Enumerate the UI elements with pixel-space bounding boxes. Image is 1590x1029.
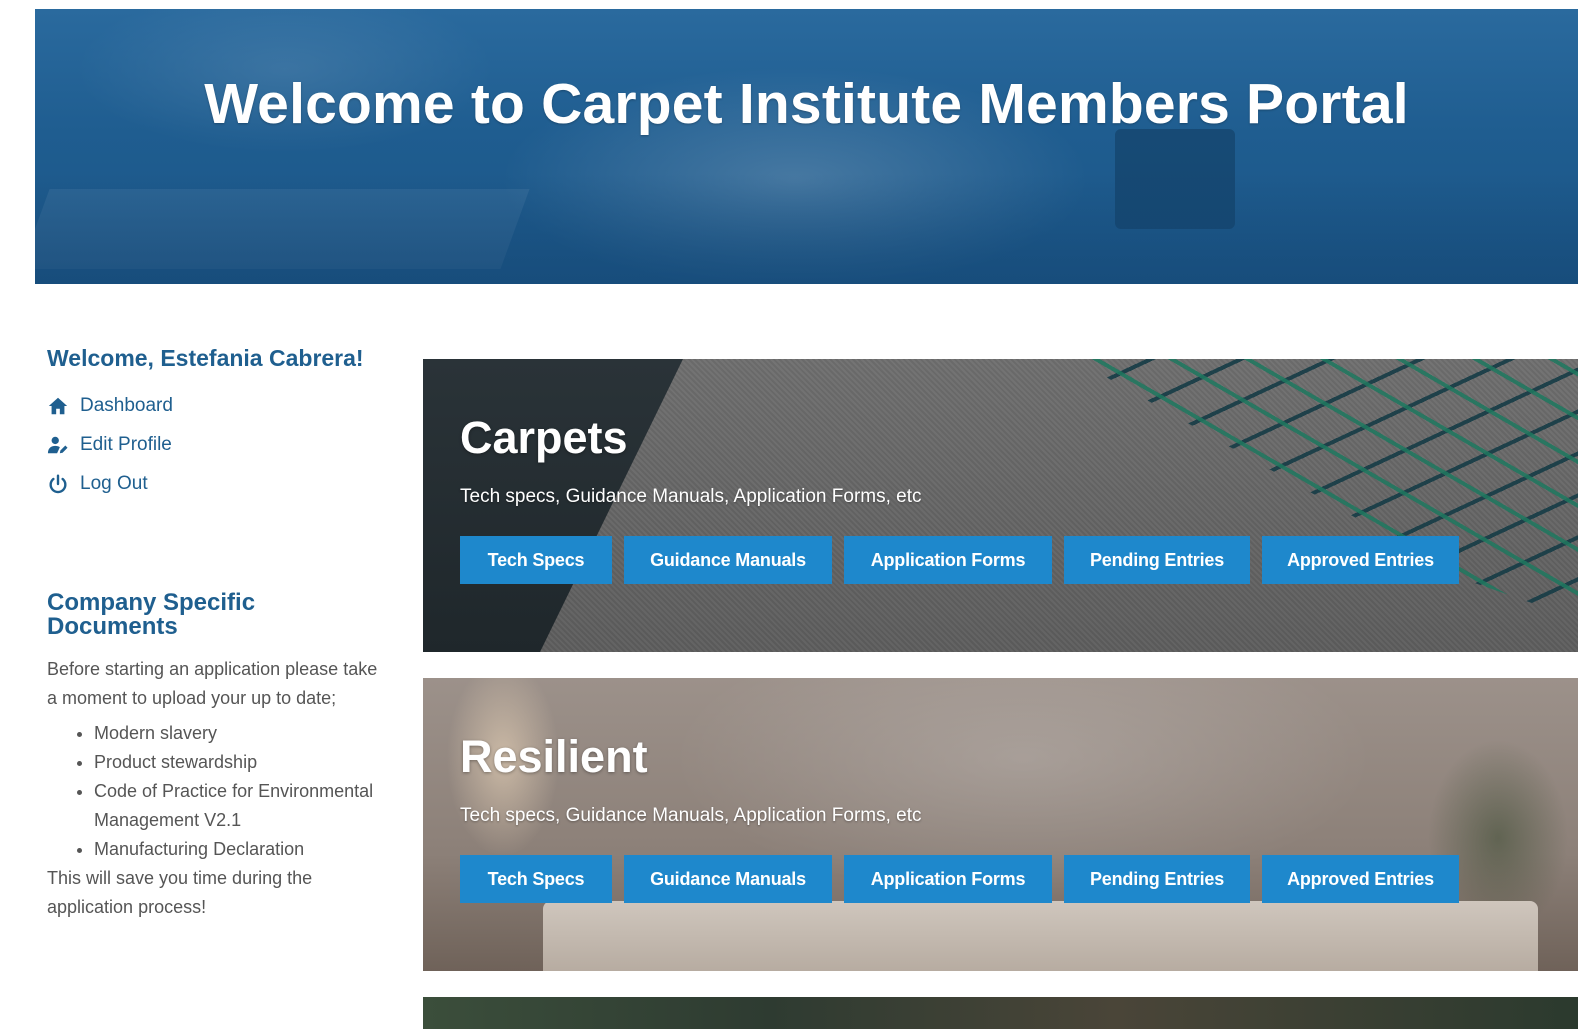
approved-entries-button[interactable]: Approved Entries — [1262, 536, 1459, 584]
pending-entries-button[interactable]: Pending Entries — [1064, 855, 1250, 903]
sidebar-item-label: Dashboard — [80, 394, 173, 416]
sidebar-item-label: Log Out — [80, 472, 148, 494]
company-docs-list: Modern slavery Product stewardship Code … — [47, 719, 387, 864]
category-subtitle: Tech specs, Guidance Manuals, Applicatio… — [460, 805, 922, 826]
list-item: Code of Practice for Environmental Manag… — [94, 777, 387, 835]
category-card-partial — [423, 997, 1578, 1029]
guidance-manuals-button[interactable]: Guidance Manuals — [624, 855, 832, 903]
category-button-row: Tech Specs Guidance Manuals Application … — [460, 855, 1459, 903]
pending-entries-button[interactable]: Pending Entries — [1064, 536, 1250, 584]
application-forms-button[interactable]: Application Forms — [844, 855, 1052, 903]
list-item: Modern slavery — [94, 719, 387, 748]
sidebar-item-log-out[interactable]: Log Out — [47, 464, 387, 503]
resilient-decor — [543, 901, 1538, 971]
home-icon — [48, 397, 68, 414]
category-button-row: Tech Specs Guidance Manuals Application … — [460, 536, 1459, 584]
category-title: Carpets — [460, 412, 628, 463]
list-item: Manufacturing Declaration — [94, 835, 387, 864]
category-title: Resilient — [460, 731, 648, 782]
category-card-carpets: Carpets Tech specs, Guidance Manuals, Ap… — [423, 359, 1578, 652]
category-card-resilient: Resilient Tech specs, Guidance Manuals, … — [423, 678, 1578, 971]
category-background-image — [423, 997, 1578, 1029]
page: Welcome to Carpet Institute Members Port… — [0, 0, 1590, 1029]
category-subtitle: Tech specs, Guidance Manuals, Applicatio… — [460, 486, 922, 507]
guidance-manuals-button[interactable]: Guidance Manuals — [624, 536, 832, 584]
approved-entries-button[interactable]: Approved Entries — [1262, 855, 1459, 903]
sidebar-item-edit-profile[interactable]: Edit Profile — [47, 425, 387, 464]
user-edit-icon — [47, 436, 68, 453]
sidebar: Welcome, Estefania Cabrera! Dashboard Ed… — [47, 340, 387, 922]
sidebar-item-dashboard[interactable]: Dashboard — [47, 386, 387, 425]
welcome-message: Welcome, Estefania Cabrera! — [47, 345, 364, 371]
tech-specs-button[interactable]: Tech Specs — [460, 855, 612, 903]
page-title: Welcome to Carpet Institute Members Port… — [204, 72, 1409, 136]
hero-decor — [35, 174, 1578, 284]
application-forms-button[interactable]: Application Forms — [844, 536, 1052, 584]
power-icon — [49, 474, 67, 493]
hero-banner: Welcome to Carpet Institute Members Port… — [35, 9, 1578, 284]
tech-specs-button[interactable]: Tech Specs — [460, 536, 612, 584]
company-docs-intro: Before starting an application please ta… — [47, 659, 378, 708]
list-item: Product stewardship — [94, 748, 387, 777]
company-docs-outro: This will save you time during the appli… — [47, 868, 313, 917]
sidebar-item-label: Edit Profile — [80, 433, 172, 455]
company-docs-title: Company Specific Documents — [47, 589, 256, 640]
